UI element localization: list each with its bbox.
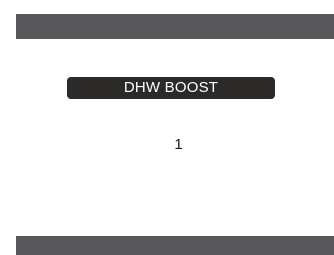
menu-title: DHW BOOST: [67, 77, 275, 99]
header-bar: [16, 14, 334, 39]
footer-bar: [16, 236, 334, 255]
display-screen: DHW BOOST 1: [0, 0, 334, 255]
setting-value: 1: [174, 136, 183, 153]
